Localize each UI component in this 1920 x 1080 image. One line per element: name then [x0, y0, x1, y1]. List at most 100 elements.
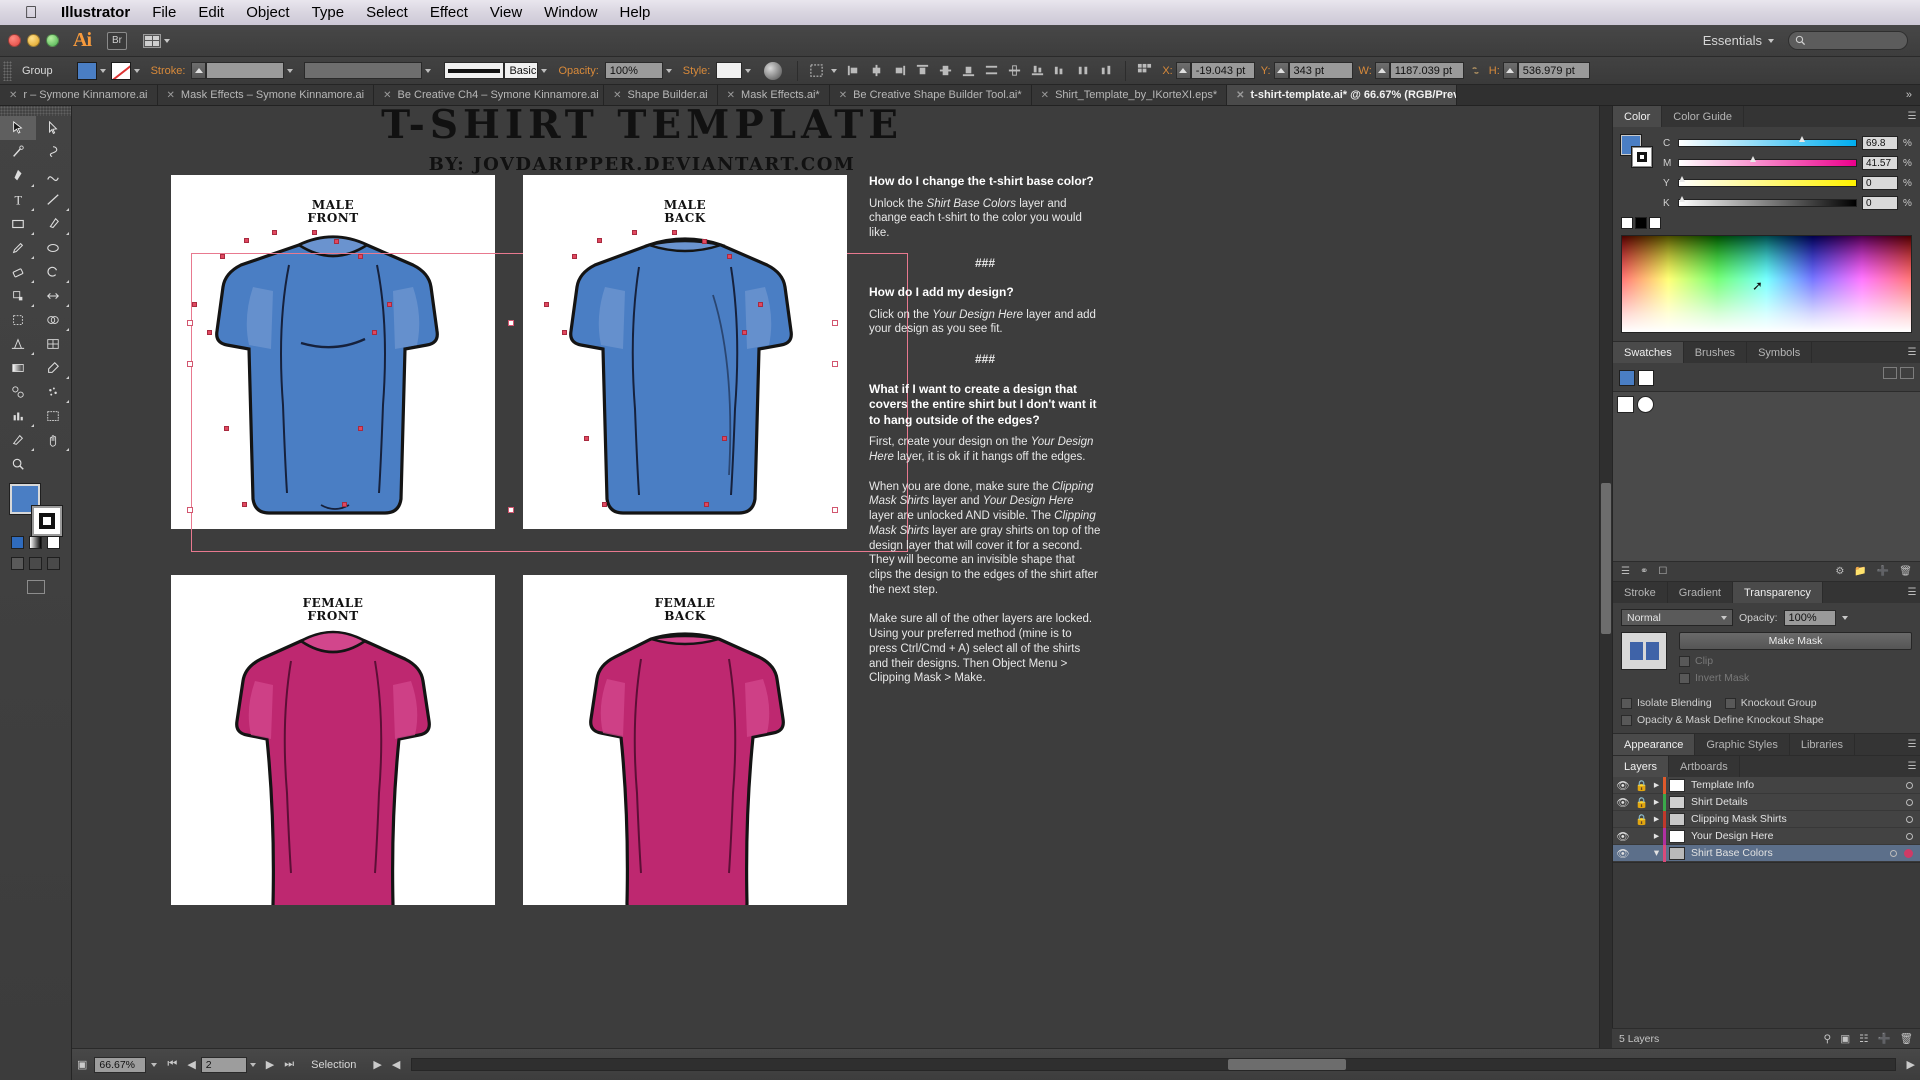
- perspective-grid-tool[interactable]: [0, 332, 36, 356]
- chevron-down-icon[interactable]: [831, 68, 838, 73]
- swatch-none[interactable]: [1617, 396, 1634, 413]
- swatch-new-group-icon[interactable]: 📁: [1854, 566, 1866, 577]
- locate-object-icon[interactable]: ⚲: [1824, 1033, 1832, 1045]
- tab-graphic-styles[interactable]: Graphic Styles: [1695, 734, 1790, 755]
- align-left-icon[interactable]: [846, 63, 861, 78]
- align-right-icon[interactable]: [892, 63, 907, 78]
- panel-menu-icon[interactable]: ☰: [1904, 582, 1920, 603]
- close-icon[interactable]: ✕: [839, 90, 847, 101]
- tab-transparency[interactable]: Transparency: [1733, 582, 1823, 603]
- panel-stroke-swatch[interactable]: [1631, 146, 1653, 168]
- menu-item-help[interactable]: Help: [609, 0, 662, 25]
- chevron-right-icon[interactable]: ▸: [1650, 830, 1663, 842]
- x-field[interactable]: -19.043 pt: [1190, 62, 1255, 79]
- blend-mode-select[interactable]: Normal: [1621, 609, 1733, 626]
- create-sublayer-icon[interactable]: ☷: [1859, 1033, 1868, 1045]
- selection-tool[interactable]: [0, 116, 36, 140]
- create-new-layer-icon[interactable]: ➕: [1878, 1032, 1891, 1045]
- slider-track-m[interactable]: [1678, 156, 1857, 167]
- align-bottom-icon[interactable]: [961, 63, 976, 78]
- line-segment-tool[interactable]: [36, 188, 72, 212]
- tab-gradient[interactable]: Gradient: [1668, 582, 1733, 603]
- chevron-right-icon[interactable]: ▸: [1650, 779, 1663, 791]
- rectangle-tool[interactable]: [0, 212, 36, 236]
- scroll-left-icon[interactable]: ◀: [387, 1058, 405, 1071]
- apple-logo-icon[interactable]: : [20, 4, 42, 21]
- hand-tool[interactable]: [36, 428, 72, 452]
- eye-icon[interactable]: 👁: [1613, 779, 1633, 792]
- paintbrush-tool[interactable]: [36, 212, 72, 236]
- last-artboard-icon[interactable]: ⏭: [279, 1058, 299, 1071]
- document-tab[interactable]: ✕ Shirt_Template_by_IKorteXI.eps*: [1031, 85, 1228, 105]
- lock-icon[interactable]: 🔒: [1633, 779, 1650, 792]
- eye-icon[interactable]: 👁: [1613, 796, 1633, 809]
- make-mask-button[interactable]: Make Mask: [1679, 632, 1912, 650]
- document-tab[interactable]: ✕ Mask Effects – Symone Kinnamore.ai: [157, 85, 375, 105]
- tab-color-guide[interactable]: Color Guide: [1662, 106, 1744, 127]
- y-stepper[interactable]: [1273, 62, 1289, 79]
- opacity-mask-row[interactable]: Opacity & Mask Define Knockout Shape: [1621, 714, 1912, 726]
- slider-value-m[interactable]: 41.57: [1862, 156, 1898, 170]
- menu-item-file[interactable]: File: [141, 0, 187, 25]
- menu-item-effect[interactable]: Effect: [419, 0, 479, 25]
- close-icon[interactable]: ✕: [9, 90, 17, 101]
- scroll-right-icon[interactable]: ▶: [1902, 1058, 1920, 1071]
- layer-row-your-design-here[interactable]: 👁 ▸ Your Design Here: [1613, 827, 1920, 845]
- h-stepper[interactable]: [1502, 62, 1518, 79]
- h-field[interactable]: 536.979 pt: [1517, 62, 1590, 79]
- layer-row-template-info[interactable]: 👁 🔒 ▸ Template Info: [1613, 776, 1920, 794]
- swatch-options-icon[interactable]: ⚙: [1835, 566, 1844, 577]
- chevron-down-icon[interactable]: [745, 68, 752, 73]
- stroke-profile-field[interactable]: [304, 62, 423, 79]
- screen-mode-button[interactable]: [0, 574, 71, 600]
- isolate-blending-checkbox[interactable]: [1621, 697, 1632, 709]
- brush-definition-label[interactable]: Basic: [504, 62, 539, 79]
- free-transform-tool[interactable]: [0, 308, 36, 332]
- distribute-horizontal-center-icon[interactable]: [1076, 63, 1091, 78]
- transparency-opacity-field[interactable]: 100%: [1783, 609, 1836, 626]
- close-icon[interactable]: ✕: [383, 90, 391, 101]
- tab-overflow-icon[interactable]: »: [1898, 85, 1920, 105]
- menu-item-illustrator[interactable]: Illustrator: [50, 0, 141, 25]
- slice-tool[interactable]: [0, 428, 36, 452]
- workspace-switcher[interactable]: Essentials: [1703, 33, 1774, 48]
- chevron-down-icon[interactable]: [665, 68, 672, 73]
- menu-item-edit[interactable]: Edit: [187, 0, 235, 25]
- scale-tool[interactable]: [0, 284, 36, 308]
- fill-color-swatch[interactable]: [76, 61, 97, 80]
- artboard-male-back[interactable]: MALE BACK: [523, 175, 847, 529]
- grid-view-icon[interactable]: [1900, 367, 1914, 379]
- align-center-horizontal-icon[interactable]: [869, 63, 884, 78]
- panel-menu-icon[interactable]: ☰: [1904, 734, 1920, 755]
- panel-menu-icon[interactable]: ☰: [1904, 106, 1920, 127]
- w-stepper[interactable]: [1374, 62, 1390, 79]
- fit-artboard-icon[interactable]: ▣: [72, 1058, 92, 1071]
- tools-panel-grip[interactable]: [0, 106, 71, 116]
- y-field[interactable]: 343 pt: [1288, 62, 1353, 79]
- transform-icon[interactable]: [809, 63, 824, 78]
- color-button[interactable]: [11, 536, 24, 549]
- draw-behind-button[interactable]: [29, 557, 42, 570]
- stroke-weight-stepper[interactable]: [191, 62, 207, 79]
- swatches-list[interactable]: [1613, 391, 1920, 561]
- gradient-button[interactable]: [29, 536, 42, 549]
- menu-item-view[interactable]: View: [479, 0, 533, 25]
- zoom-tool[interactable]: [0, 452, 36, 476]
- chevron-down-icon[interactable]: [541, 68, 548, 73]
- horizontal-scrollbar[interactable]: [411, 1058, 1896, 1071]
- tab-artboards[interactable]: Artboards: [1669, 756, 1740, 777]
- artboard-female-back[interactable]: FEMALE BACK: [523, 575, 847, 905]
- scrollbar-thumb[interactable]: [1227, 1059, 1347, 1070]
- clip-checkbox-row[interactable]: Clip: [1679, 655, 1912, 667]
- draw-inside-button[interactable]: [47, 557, 60, 570]
- swatch-delete-icon[interactable]: 🗑: [1899, 566, 1912, 577]
- invert-mask-checkbox[interactable]: [1679, 672, 1690, 684]
- isolate-blending-row[interactable]: Isolate Blending Knockout Group: [1621, 697, 1912, 709]
- extra-tool[interactable]: [36, 452, 72, 476]
- swatch-group-icon[interactable]: ☐: [1658, 566, 1667, 577]
- magic-wand-tool[interactable]: [0, 140, 36, 164]
- swatch-libraries-icon[interactable]: ☰: [1621, 566, 1630, 577]
- document-tab[interactable]: ✕ Shape Builder.ai: [604, 85, 718, 105]
- eye-icon[interactable]: 👁: [1613, 847, 1633, 860]
- panel-menu-icon[interactable]: ☰: [1904, 342, 1920, 363]
